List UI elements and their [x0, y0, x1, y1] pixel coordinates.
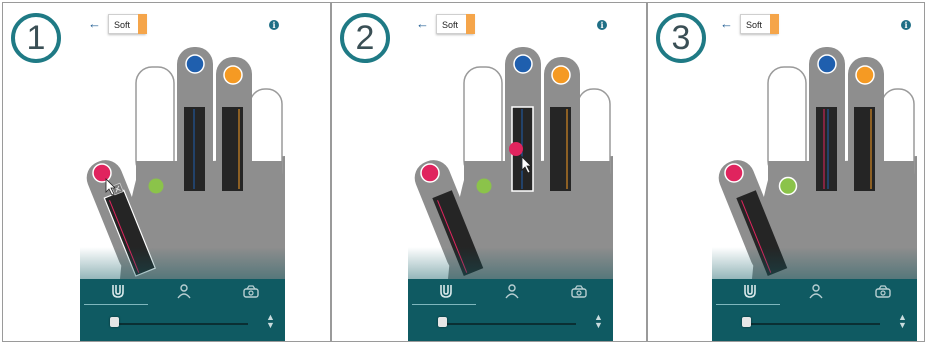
person-icon[interactable] [808, 283, 824, 299]
middle-slider [816, 107, 837, 191]
step-number: 3 [671, 19, 691, 57]
step-panel-1: 1 ← Soft i ▲ ▼ [2, 2, 331, 342]
control-bar: ▲ ▼ [80, 279, 285, 341]
grip-force-slider[interactable] [110, 317, 119, 327]
index-finger-outline [135, 66, 175, 178]
step-number: 2 [355, 19, 375, 57]
middle-dot [817, 54, 837, 74]
index-dot [778, 176, 798, 196]
mode-accent [466, 14, 475, 34]
step-panel-3: 3 ← Soft i ▲ ▼ [647, 2, 925, 342]
person-icon[interactable] [176, 283, 192, 299]
up-down-stepper-icon[interactable]: ▲ ▼ [266, 313, 275, 330]
grip-magnet-icon[interactable] [742, 283, 758, 299]
tab-underline [84, 304, 148, 305]
tab-underline [716, 304, 780, 305]
info-icon[interactable]: i [597, 20, 607, 30]
thumb-dot [92, 163, 112, 183]
thumb-dot [420, 163, 440, 183]
grip-magnet-icon[interactable] [110, 283, 126, 299]
ring-slider [222, 107, 243, 191]
control-bar: ▲ ▼ [712, 279, 917, 341]
mode-label: Soft [442, 20, 459, 30]
ring-dot [551, 65, 571, 85]
person-icon[interactable] [504, 283, 520, 299]
up-down-stepper-icon[interactable]: ▲ ▼ [898, 313, 907, 330]
hand-camera-icon[interactable] [243, 283, 259, 299]
mode-label: Soft [746, 20, 763, 30]
middle-dot [513, 54, 533, 74]
app-screen: ← Soft i ▲ ▼ [80, 11, 285, 341]
tutorial-steps: 1 ← Soft i ▲ ▼ 2 ← Soft i ▲ ▼ 3 ← Soft i… [0, 0, 927, 346]
ring-slider [550, 107, 571, 191]
mode-label: Soft [114, 20, 131, 30]
mode-accent [770, 14, 779, 34]
tab-underline [412, 304, 476, 305]
up-down-stepper-icon[interactable]: ▲ ▼ [594, 313, 603, 330]
step-panel-2: 2 ← Soft i ▲ ▼ [331, 2, 647, 342]
index-dot [148, 178, 164, 194]
back-arrow-icon[interactable]: ← [416, 17, 429, 31]
step-badge: 1 [11, 13, 61, 63]
index-finger-outline [767, 66, 807, 178]
control-bar: ▲ ▼ [408, 279, 613, 341]
middle-dot [185, 54, 205, 74]
index-finger-outline [463, 66, 503, 178]
hand-camera-icon[interactable] [875, 283, 891, 299]
grip-force-slider[interactable] [742, 317, 751, 327]
ring-dot [855, 65, 875, 85]
mode-accent [138, 14, 147, 34]
grip-force-track [444, 323, 576, 325]
step-badge: 2 [340, 13, 390, 63]
info-icon[interactable]: i [269, 20, 279, 30]
step-number: 1 [26, 19, 46, 57]
grip-force-track [116, 323, 248, 325]
back-arrow-icon[interactable]: ← [88, 17, 101, 31]
back-arrow-icon[interactable]: ← [720, 17, 733, 31]
step-badge: 3 [656, 13, 706, 63]
hand-camera-icon[interactable] [571, 283, 587, 299]
grip-magnet-icon[interactable] [438, 283, 454, 299]
ring-dot [223, 65, 243, 85]
app-screen: ← Soft i ▲ ▼ [408, 11, 613, 341]
info-icon[interactable]: i [901, 20, 911, 30]
ring-slider [854, 107, 875, 191]
index-dot [476, 178, 492, 194]
dragged-thumb-dot [509, 142, 523, 156]
thumb-dot [724, 163, 744, 183]
grip-force-track [748, 323, 880, 325]
app-screen: ← Soft i ▲ ▼ [712, 11, 917, 341]
grip-force-slider[interactable] [438, 317, 447, 327]
